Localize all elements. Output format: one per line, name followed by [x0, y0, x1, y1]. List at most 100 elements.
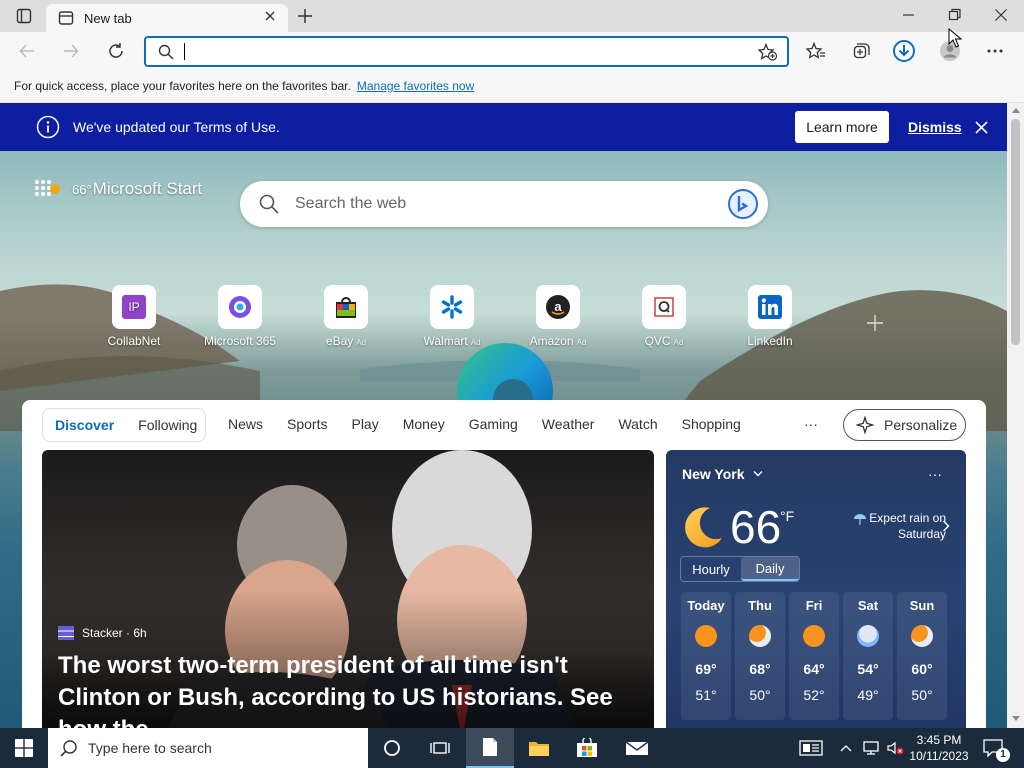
nav-money[interactable]: Money	[403, 416, 445, 432]
weather-alert[interactable]: Expect rain on Saturday	[836, 510, 946, 542]
forecast-high: 69°	[695, 661, 717, 677]
refresh-icon[interactable]	[107, 42, 125, 60]
scroll-down-icon[interactable]	[1012, 716, 1020, 722]
weather-card[interactable]: New York ··· 66 °F Expect rain on Saturd…	[666, 450, 966, 728]
more-nav-button[interactable]: ···	[804, 416, 818, 432]
forecast-day[interactable]: Fri 64° 52°	[789, 592, 839, 720]
taskbar-clock[interactable]: 3:45 PM 10/11/2023	[908, 732, 970, 764]
title-bar: New tab	[0, 0, 1024, 32]
forecast-low: 50°	[911, 687, 933, 703]
nav-sports[interactable]: Sports	[287, 416, 327, 432]
quick-link-amazon[interactable]: a Amazon Ad	[513, 285, 603, 348]
personalize-button[interactable]: Personalize	[843, 409, 966, 441]
scrollbar-thumb[interactable]	[1011, 119, 1020, 345]
task-view-icon[interactable]	[418, 728, 462, 768]
nav-shopping[interactable]: Shopping	[682, 416, 741, 432]
mouse-cursor-icon	[948, 28, 962, 48]
quick-link-label: eBay	[325, 334, 354, 348]
forward-icon[interactable]	[62, 42, 80, 60]
collections-icon[interactable]	[851, 42, 871, 60]
more-icon[interactable]	[986, 42, 1004, 60]
notice-text: We've updated our Terms of Use.	[73, 119, 280, 135]
restore-icon[interactable]	[948, 8, 962, 22]
nav-news[interactable]: News	[228, 416, 263, 432]
weather-more-icon[interactable]: ···	[928, 466, 942, 482]
minimize-icon[interactable]	[902, 8, 916, 22]
taskbar-search-box[interactable]: Type here to search	[48, 728, 368, 768]
cortana-icon[interactable]	[370, 728, 414, 768]
tab-daily[interactable]: Daily	[741, 557, 799, 581]
back-icon[interactable]	[18, 42, 36, 60]
file-explorer-icon[interactable]	[516, 728, 562, 768]
brand-name: Microsoft Start	[92, 179, 203, 198]
close-window-icon[interactable]	[994, 8, 1008, 22]
apps-launcher-icon[interactable]	[34, 179, 60, 199]
ms-start-brand[interactable]: 66° Microsoft Start	[72, 179, 202, 199]
bing-chat-icon[interactable]	[727, 188, 759, 220]
address-bar[interactable]	[144, 36, 789, 67]
downloads-icon[interactable]	[892, 39, 916, 63]
close-notice-icon[interactable]	[975, 121, 988, 134]
text-caret	[184, 43, 185, 60]
quick-link-qvc[interactable]: QVC Ad	[619, 285, 709, 348]
scroll-up-icon[interactable]	[1012, 107, 1020, 113]
add-favorite-icon[interactable]	[758, 43, 778, 61]
forecast-day[interactable]: Thu 68° 50°	[735, 592, 785, 720]
forecast-day[interactable]: Today 69° 51°	[681, 592, 731, 720]
forecast-day-name: Sat	[857, 598, 879, 613]
weather-alert-text: Expect rain on Saturday	[869, 511, 946, 541]
page-scrollbar[interactable]	[1007, 103, 1024, 728]
info-icon	[36, 115, 60, 139]
chevron-right-icon[interactable]	[942, 520, 950, 532]
tab-actions-icon[interactable]	[16, 8, 32, 24]
quick-link-label: LinkedIn	[747, 334, 793, 348]
forecast-day[interactable]: Sun 60° 50°	[897, 592, 947, 720]
svg-text:a: a	[554, 299, 562, 314]
partly-cloudy-icon	[749, 625, 771, 647]
partly-cloudy-icon	[911, 625, 933, 647]
chevron-down-icon	[753, 470, 763, 478]
quick-link-linkedin[interactable]: LinkedIn	[725, 285, 815, 348]
nav-weather[interactable]: Weather	[542, 416, 595, 432]
clock-time: 3:45 PM	[916, 733, 962, 747]
microsoft-store-icon[interactable]	[564, 728, 610, 768]
news-card[interactable]: Stacker · 6h The worst two-term presiden…	[42, 450, 654, 728]
dismiss-link[interactable]: Dismiss	[908, 119, 962, 135]
favorites-icon[interactable]	[806, 42, 826, 60]
news-headline[interactable]: The worst two-term president of all time…	[58, 650, 648, 728]
quick-link-ebay[interactable]: eBay Ad	[301, 285, 391, 348]
nav-play[interactable]: Play	[351, 416, 378, 432]
add-shortcut-icon[interactable]	[866, 314, 884, 332]
weather-unit: °F	[780, 508, 795, 524]
volume-muted-icon[interactable]	[884, 728, 906, 768]
learn-more-button[interactable]: Learn more	[795, 111, 889, 143]
close-tab-icon[interactable]	[264, 10, 276, 22]
document-icon	[483, 738, 497, 756]
web-search-input[interactable]: Search the web	[295, 195, 406, 213]
quick-link-walmart[interactable]: Walmart Ad	[407, 285, 497, 348]
forecast-high: 68°	[749, 661, 771, 677]
forecast-day[interactable]: Sat 54° 49°	[843, 592, 893, 720]
tab-following[interactable]: Following	[138, 417, 197, 433]
taskbar-search-input[interactable]: Type here to search	[88, 740, 212, 756]
quick-link-collabnet[interactable]: IP CollabNet	[89, 285, 179, 348]
quick-link-microsoft-365[interactable]: Microsoft 365	[195, 285, 285, 348]
network-icon[interactable]	[860, 728, 882, 768]
linkedin-icon	[748, 285, 792, 329]
windows-start-icon[interactable]	[0, 728, 48, 768]
mail-icon[interactable]	[614, 728, 660, 768]
tab-new-tab[interactable]: New tab	[46, 4, 288, 32]
taskbar-app-document[interactable]	[466, 728, 514, 768]
umbrella-icon	[853, 513, 867, 525]
web-search-box[interactable]: Search the web	[240, 181, 768, 227]
news-widget-icon[interactable]	[796, 728, 826, 768]
chevron-up-icon[interactable]	[838, 728, 854, 768]
weather-location[interactable]: New York	[682, 466, 763, 482]
manage-favorites-link[interactable]: Manage favorites now	[357, 79, 474, 93]
taskbar: Type here to search 3:45 PM 10/11/2023 1	[0, 728, 1024, 768]
new-tab-icon[interactable]	[296, 7, 314, 25]
tab-hourly[interactable]: Hourly	[681, 562, 741, 577]
nav-gaming[interactable]: Gaming	[469, 416, 518, 432]
nav-watch[interactable]: Watch	[618, 416, 657, 432]
tab-discover[interactable]: Discover	[55, 417, 114, 433]
